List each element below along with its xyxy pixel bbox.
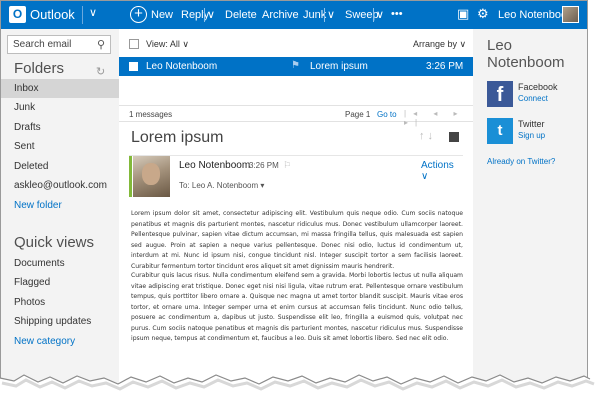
divider: [324, 8, 325, 22]
folder-junk[interactable]: Junk: [1, 98, 119, 117]
select-all-checkbox[interactable]: [129, 39, 139, 49]
gear-icon[interactable]: ⚙: [477, 7, 489, 21]
message-subject: Lorem ipsum: [310, 61, 368, 72]
reading-pane: Lorem ipsum ↑ ↓ Leo Notenboom 3:26 PM ⚐ …: [119, 125, 473, 395]
more-commands-icon[interactable]: •••: [391, 8, 403, 20]
refresh-icon[interactable]: ↻: [96, 65, 105, 78]
quick-view-photos[interactable]: Photos: [1, 293, 119, 312]
twitter-icon: t: [487, 118, 513, 144]
divider: [82, 6, 83, 24]
sweep-chevron-icon[interactable]: ∨: [376, 9, 384, 21]
torn-edge-decoration: [0, 372, 600, 409]
avatar[interactable]: [562, 6, 579, 23]
email-body-paragraph: Lorem ipsum dolor sit amet, consectetur …: [131, 210, 463, 270]
message-list-pane: View: All ∨ Arrange by ∨ Leo Notenboom ⚑…: [119, 29, 473, 395]
quick-views-heading: Quick views: [14, 234, 95, 251]
contact-name: Leo Notenboom: [487, 37, 565, 71]
folder-drafts[interactable]: Drafts: [1, 118, 119, 137]
quick-view-documents[interactable]: Documents: [1, 254, 119, 273]
facebook-card: f Facebook Connect: [487, 81, 582, 109]
new-folder-link[interactable]: New folder: [1, 196, 119, 215]
outlook-window: O Outlook ∨ + New Reply ∨ Delete Archive…: [0, 0, 588, 396]
app-title[interactable]: Outlook: [30, 7, 75, 22]
app-switcher-chevron-icon[interactable]: ∨: [89, 6, 97, 19]
junk-chevron-icon[interactable]: ∨: [327, 9, 335, 21]
top-command-bar: O Outlook ∨ + New Reply ∨ Delete Archive…: [1, 1, 587, 29]
sent-time: 3:26 PM: [249, 161, 279, 170]
search-input[interactable]: Search email ⚲: [7, 35, 111, 54]
flag-icon[interactable]: ⚐: [283, 160, 291, 171]
folder-account[interactable]: askleo@outlook.com: [1, 176, 119, 195]
left-navigation: Search email ⚲ Folders ↻ Inbox Junk Draf…: [1, 29, 119, 395]
email-subject-title: Lorem ipsum: [131, 129, 224, 146]
previous-next-arrows-icon[interactable]: ↑ ↓: [419, 130, 433, 142]
facebook-label: Facebook: [518, 82, 558, 92]
quick-view-flagged[interactable]: Flagged: [1, 273, 119, 292]
twitter-card: t Twitter Sign up: [487, 118, 582, 146]
chat-icon[interactable]: ▣: [457, 7, 469, 21]
folders-heading: Folders: [14, 60, 65, 77]
message-count: 1 messages: [129, 110, 173, 119]
folder-deleted[interactable]: Deleted: [1, 157, 119, 176]
goto-link[interactable]: Go to: [377, 110, 397, 119]
sender-name[interactable]: Leo Notenboom: [179, 160, 250, 171]
presence-indicator: [129, 156, 132, 197]
popout-icon[interactable]: [449, 132, 459, 142]
arrange-by-menu[interactable]: Arrange by ∨: [413, 39, 466, 50]
recipient-line[interactable]: To: Leo A. Notenboom ▾: [179, 181, 264, 190]
list-pager: 1 messages Page 1 Go to |◂ ◂ ▸ ▸|: [119, 105, 473, 127]
twitter-signup-link[interactable]: Sign up: [518, 131, 545, 140]
reading-tools: ↑ ↓: [419, 130, 459, 142]
contact-last-name: Notenboom: [487, 54, 565, 71]
twitter-label: Twitter: [518, 119, 545, 129]
folder-sent[interactable]: Sent: [1, 137, 119, 156]
junk-button[interactable]: Junk: [303, 9, 326, 21]
page-number: Page 1: [345, 110, 371, 119]
message-time: 3:26 PM: [426, 61, 464, 72]
quick-view-shipping[interactable]: Shipping updates: [1, 312, 119, 331]
message-row[interactable]: Leo Notenboom ⚑ Lorem ipsum 3:26 PM: [119, 57, 473, 76]
contact-first-name: Leo: [487, 37, 513, 54]
archive-button[interactable]: Archive: [262, 9, 299, 21]
search-icon[interactable]: ⚲: [97, 38, 105, 51]
view-filter-label: View: All: [146, 39, 180, 49]
divider: [373, 8, 374, 22]
new-plus-icon[interactable]: +: [130, 6, 147, 23]
chevron-down-icon: ∨: [182, 39, 189, 49]
sender-face: [142, 163, 160, 185]
chevron-down-icon: ∨: [459, 39, 467, 49]
flag-icon[interactable]: ⚑: [291, 60, 300, 71]
folder-inbox[interactable]: Inbox: [1, 79, 119, 98]
people-pane: Leo Notenboom f Facebook Connect t Twitt…: [473, 29, 587, 395]
message-checkbox[interactable]: [129, 62, 138, 71]
sender-photo: [133, 156, 170, 197]
actions-menu[interactable]: Actions ∨: [421, 160, 463, 182]
divider: [204, 8, 205, 22]
email-header: Leo Notenboom 3:26 PM ⚐ To: Leo A. Noten…: [129, 155, 463, 197]
search-placeholder: Search email: [13, 39, 72, 50]
message-sender: Leo Notenboom: [146, 61, 218, 72]
delete-button[interactable]: Delete: [225, 9, 257, 21]
facebook-connect-link[interactable]: Connect: [518, 94, 548, 103]
outlook-logo-icon: O: [9, 6, 26, 23]
reply-chevron-icon[interactable]: ∨: [207, 9, 215, 21]
new-category-link[interactable]: New category: [1, 332, 119, 351]
email-body-paragraph: Curabitur quis lacus risus. Nulla condim…: [131, 272, 463, 342]
facebook-icon: f: [487, 81, 513, 107]
already-on-twitter-link[interactable]: Already on Twitter?: [487, 157, 555, 166]
view-filter[interactable]: View: All ∨: [146, 39, 189, 50]
arrange-by-label: Arrange by: [413, 39, 458, 49]
new-button[interactable]: New: [151, 9, 173, 21]
